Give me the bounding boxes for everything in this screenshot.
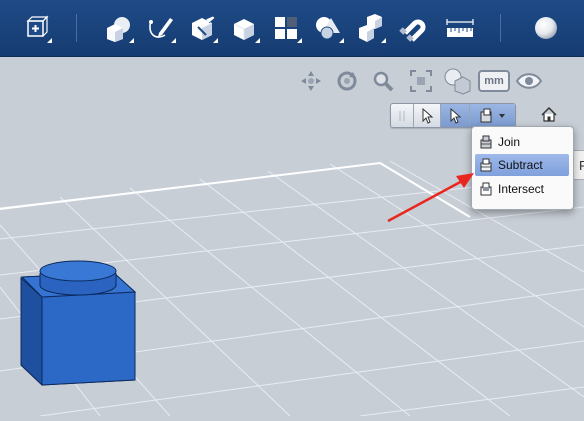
chevron-down-icon (499, 113, 505, 118)
magnet-icon (399, 19, 426, 42)
active-select-tool-button[interactable] (441, 104, 469, 127)
transform-menu-button[interactable] (18, 10, 54, 46)
grouping-button[interactable] (310, 10, 346, 46)
orbit-icon[interactable] (296, 66, 326, 96)
selection-toolbar (390, 103, 516, 128)
ruler-icon (446, 19, 474, 37)
combine-dropdown-button[interactable] (470, 104, 515, 127)
annotation-arrow (387, 173, 474, 223)
snap-button[interactable] (394, 10, 430, 46)
modify-button[interactable] (226, 10, 262, 46)
sketch-button[interactable] (142, 10, 178, 46)
select-tool-button[interactable] (414, 104, 440, 127)
material-button[interactable] (528, 10, 564, 46)
intersect-icon (480, 182, 492, 196)
menu-item-label: Join (498, 135, 521, 149)
main-toolbar (0, 0, 584, 57)
primitives-button[interactable] (100, 10, 136, 46)
measure-button[interactable] (442, 10, 478, 46)
zoom-icon[interactable] (368, 66, 398, 96)
home-icon (541, 106, 557, 122)
subtract-icon (480, 108, 492, 122)
menu-item-intersect[interactable]: Intersect (475, 178, 569, 200)
toolbar-separator (500, 14, 501, 42)
view-style-icon[interactable] (442, 66, 472, 96)
cursor-arrow-icon (450, 107, 462, 124)
menu-item-subtract[interactable]: Subtract (475, 154, 569, 176)
cube-with-cross-icon (26, 15, 49, 37)
units-label: mm (478, 70, 510, 92)
join-icon (480, 135, 492, 149)
rotate-view-icon[interactable] (332, 66, 362, 96)
combine-button[interactable] (352, 10, 388, 46)
pattern-grid-icon (275, 17, 297, 39)
units-toggle[interactable]: mm (478, 68, 510, 94)
menu-item-label: Subtract (498, 158, 543, 172)
eye-icon[interactable] (514, 66, 544, 96)
toolbar-grip[interactable] (391, 104, 413, 127)
toolbar-separator (76, 14, 77, 42)
fit-view-icon[interactable] (406, 66, 436, 96)
construct-button[interactable] (184, 10, 220, 46)
sphere-icon (535, 17, 557, 39)
subtract-icon (480, 158, 492, 172)
menu-item-label: Intersect (498, 182, 545, 196)
blue-box-shape[interactable] (18, 255, 143, 390)
menu-item-join[interactable]: Join (475, 131, 569, 153)
cursor-arrow-icon (422, 107, 434, 124)
home-view-button[interactable] (540, 106, 558, 124)
combine-dropdown-menu: Join Subtract Intersect (471, 126, 574, 210)
pattern-button[interactable] (268, 10, 304, 46)
